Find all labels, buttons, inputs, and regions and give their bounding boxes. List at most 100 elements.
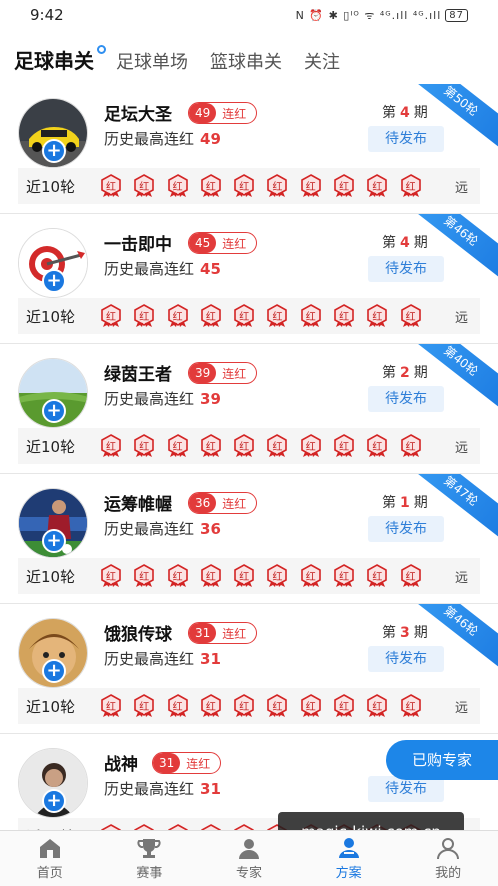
- badge-text: 红: [339, 572, 350, 583]
- expert-name: 饿狼传球: [104, 625, 172, 645]
- badge-text: 红: [305, 182, 316, 193]
- hit-badge-icon: 红: [167, 304, 189, 328]
- streak-label: 连红: [222, 496, 247, 511]
- nav-home[interactable]: 首页: [0, 831, 100, 886]
- trophy-icon: [137, 839, 161, 858]
- hit-badge-icon: 红: [333, 174, 355, 198]
- badge-text: 红: [239, 312, 250, 323]
- follow-plus-button[interactable]: +: [42, 789, 66, 813]
- streak-label: 连红: [222, 626, 247, 641]
- period-suffix: 期: [413, 235, 428, 251]
- follow-plus-button[interactable]: +: [42, 659, 66, 683]
- status-icons: N ⏰ ✱ ▯ᴵᴼ ᯤ ⁴ᴳ.ıll ⁴ᴳ.ıll 87: [296, 8, 468, 23]
- history-value: 45: [200, 260, 221, 278]
- hit-badge-icon: 红: [233, 694, 255, 718]
- badge-text: 红: [339, 442, 350, 453]
- tab-basketball-parlay[interactable]: 篮球串关: [210, 48, 282, 84]
- follow-plus-button[interactable]: +: [42, 269, 66, 293]
- period-number: 4: [400, 105, 410, 121]
- tab-follow[interactable]: 关注: [304, 48, 340, 84]
- hit-badge-icon: 红: [366, 304, 388, 328]
- period-number: 3: [400, 625, 410, 641]
- far-label: 远: [454, 310, 468, 326]
- nav-events[interactable]: 赛事: [100, 831, 200, 886]
- expert-card[interactable]: 第46轮 + 一击即中 45 连红 历史最高连红 45 第 4 期待发布 近10轮红红红红红红红红红…: [0, 214, 498, 344]
- expert-card[interactable]: 第46轮 + 饿狼传球 31 连红 历史最高连红 31 第 3 期待发布 近10轮红红红红红红红红红…: [0, 604, 498, 734]
- hit-badge-icon: 红: [366, 434, 388, 458]
- pending-button[interactable]: 待发布: [368, 646, 444, 672]
- badge-text: 红: [106, 182, 116, 193]
- follow-plus-button[interactable]: +: [42, 529, 66, 553]
- badge-text: 红: [106, 442, 116, 453]
- hit-badge-icon: 红: [333, 694, 355, 718]
- period-prefix: 第: [382, 495, 396, 511]
- hit-badge-icon: 红: [100, 694, 122, 718]
- period-suffix: 期: [413, 625, 428, 641]
- history-best: 历史最高连红 36: [104, 518, 221, 539]
- badge-text: 红: [305, 312, 316, 323]
- hit-badge-icon: 红: [133, 174, 155, 198]
- purchased-experts-button[interactable]: 已购专家: [386, 740, 498, 780]
- period-suffix: 期: [413, 365, 428, 381]
- pending-button[interactable]: 待发布: [368, 386, 444, 412]
- tab-football-parlay[interactable]: 足球串关: [14, 45, 106, 84]
- status-time: 9:42: [30, 6, 64, 24]
- streak-badge: 45 连红: [188, 232, 258, 254]
- nav-plans[interactable]: 方案: [299, 831, 399, 886]
- expert-card[interactable]: 第50轮 + 足坛大圣 49 连红 历史最高连红 49 第 4 期待发布 近10轮红红红红红红红红红…: [0, 84, 498, 214]
- hit-badge-icon: 红: [266, 694, 288, 718]
- badge-text: 红: [139, 702, 150, 713]
- recent-rounds: 近10轮 红 红 红 红 红 红 红 红 红 红 远: [18, 168, 480, 204]
- hit-badge-icon: 红: [333, 434, 355, 458]
- hit-badge-icon: 红: [400, 174, 422, 198]
- badge-text: 红: [239, 182, 250, 193]
- recent-rounds: 近10轮 红 红 红 红 红 红 红 红 红 红 远: [18, 688, 480, 724]
- expert-name: 运筹帷幄: [104, 495, 172, 515]
- period-suffix: 期: [413, 495, 428, 511]
- streak-label: 连红: [222, 106, 247, 121]
- hit-badge-icon: 红: [133, 304, 155, 328]
- streak-badge: 36 连红: [188, 492, 258, 514]
- pending-button[interactable]: 待发布: [368, 256, 444, 282]
- expert-card[interactable]: 第47轮 + 运筹帷幄 36 连红 历史最高连红 36 第 1 期待发布 近10轮红红红红红红红红红…: [0, 474, 498, 604]
- far-label: 远: [454, 700, 468, 716]
- streak-badge: 31 连红: [152, 752, 222, 774]
- history-label: 历史最高连红: [104, 520, 195, 538]
- hit-badge-icon: 红: [400, 564, 422, 588]
- nav-profile[interactable]: 我的: [398, 831, 498, 886]
- expert-name: 战神: [104, 755, 138, 775]
- badge-text: 红: [239, 572, 250, 583]
- period-info: 第3期: [382, 622, 428, 642]
- badge-text: 红: [372, 312, 383, 323]
- expert-icon: [238, 839, 259, 859]
- hit-badge-icon: 红: [400, 304, 422, 328]
- history-best: 历史最高连红 49: [104, 128, 221, 149]
- pending-button[interactable]: 待发布: [368, 516, 444, 542]
- app-screen: { "status_bar": {"time": "9:42", "icons_…: [0, 0, 498, 886]
- hit-badge-icon: 红: [233, 304, 255, 328]
- badge-text: 红: [372, 572, 383, 583]
- tab-football-single[interactable]: 足球单场: [116, 48, 188, 84]
- hit-badge-icon: 红: [300, 694, 322, 718]
- streak-count: 36: [189, 493, 217, 513]
- history-best: 历史最高连红 31: [104, 778, 221, 799]
- streak-label: 连红: [222, 236, 247, 251]
- far-label: 远: [454, 180, 468, 196]
- bottom-nav: 首页 赛事 专家 方案 我的: [0, 830, 498, 886]
- expert-card[interactable]: 第40轮 + 绿茵王者 39 连红 历史最高连红 39 第 2 期待发布 近10轮红红红红红红红红红…: [0, 344, 498, 474]
- active-dot-icon: [97, 45, 106, 54]
- nav-label: 首页: [36, 866, 63, 881]
- pending-button[interactable]: 待发布: [368, 126, 444, 152]
- follow-plus-button[interactable]: +: [42, 399, 66, 423]
- recent-label: 近10轮: [26, 567, 76, 586]
- history-best: 历史最高连红 39: [104, 388, 221, 409]
- follow-plus-button[interactable]: +: [42, 139, 66, 163]
- badge-text: 红: [205, 572, 216, 583]
- nav-experts[interactable]: 专家: [199, 831, 299, 886]
- streak-count: 39: [189, 363, 217, 383]
- badge-text: 红: [106, 702, 116, 713]
- period-number: 2: [400, 365, 410, 381]
- badge-text: 红: [106, 572, 116, 583]
- badge-text: 红: [239, 702, 250, 713]
- badge-text: 红: [205, 702, 216, 713]
